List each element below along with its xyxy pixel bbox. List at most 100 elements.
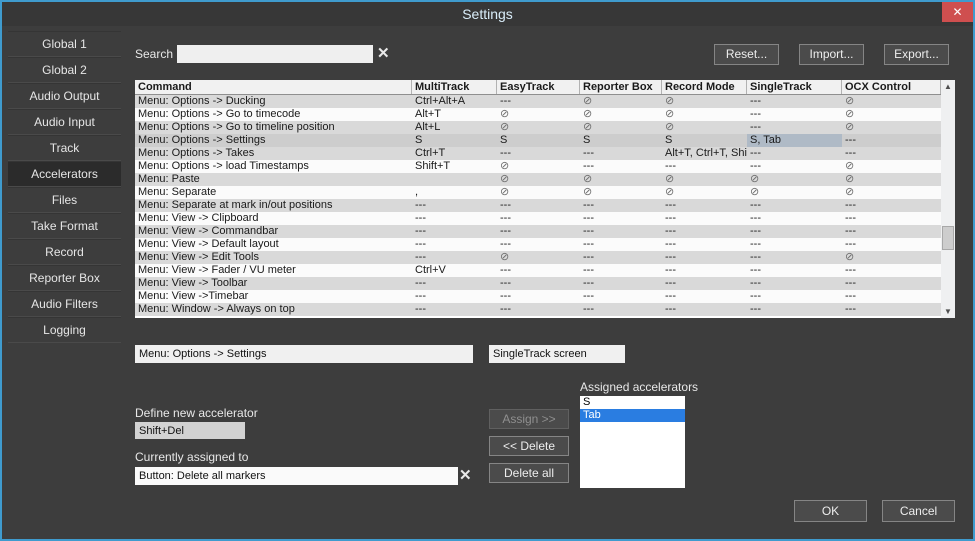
table-cell[interactable]: --- (580, 212, 662, 225)
table-cell[interactable]: Menu: View -> Clipboard (135, 212, 412, 225)
sidebar-item-audio-input[interactable]: Audio Input (8, 109, 121, 135)
not-available-icon[interactable]: ⊘ (580, 121, 662, 134)
table-cell[interactable]: --- (497, 199, 580, 212)
sidebar-item-global-2[interactable]: Global 2 (8, 57, 121, 83)
table-cell[interactable]: --- (497, 147, 580, 160)
table-cell[interactable]: --- (747, 160, 842, 173)
table-cell[interactable]: --- (842, 134, 941, 147)
delete-all-button[interactable]: Delete all (489, 463, 569, 483)
table-cell[interactable]: Menu: View -> Edit Tools (135, 251, 412, 264)
table-cell[interactable]: Shift+T (412, 160, 497, 173)
table-cell[interactable]: --- (747, 108, 842, 121)
not-available-icon[interactable]: ⊘ (497, 121, 580, 134)
table-cell[interactable]: --- (842, 290, 941, 303)
table-row[interactable]: Menu: Separate at mark in/out positions -… (135, 199, 941, 212)
table-cell[interactable]: S (497, 134, 580, 147)
table-cell[interactable]: , (412, 186, 497, 199)
ok-button[interactable]: OK (794, 500, 867, 522)
assigned-accelerators-list[interactable]: STab (580, 396, 685, 488)
table-cell[interactable]: --- (842, 264, 941, 277)
table-cell[interactable]: --- (842, 277, 941, 290)
table-cell[interactable]: --- (842, 303, 941, 316)
table-cell[interactable]: --- (497, 238, 580, 251)
table-cell[interactable]: Menu: Window -> Always on top (135, 303, 412, 316)
table-cell[interactable]: Alt+T (412, 108, 497, 121)
table-cell[interactable]: --- (497, 225, 580, 238)
table-cell[interactable]: --- (662, 225, 747, 238)
table-cell[interactable]: --- (747, 264, 842, 277)
table-cell[interactable] (412, 173, 497, 186)
not-available-icon[interactable]: ⊘ (580, 186, 662, 199)
table-cell[interactable]: --- (497, 303, 580, 316)
sidebar-item-record[interactable]: Record (8, 239, 121, 265)
sidebar-item-take-format[interactable]: Take Format (8, 213, 121, 239)
table-cell[interactable]: --- (580, 303, 662, 316)
table-cell[interactable]: --- (412, 212, 497, 225)
export-button[interactable]: Export... (884, 44, 949, 65)
table-row[interactable]: Menu: Window -> Always on top-----------… (135, 303, 941, 316)
table-cell[interactable]: --- (580, 225, 662, 238)
not-available-icon[interactable]: ⊘ (497, 173, 580, 186)
table-row[interactable]: Menu: Separate,⊘⊘⊘⊘⊘ (135, 186, 941, 199)
table-cell[interactable]: --- (747, 199, 842, 212)
table-cell[interactable]: Menu: Separate at mark in/out positions (135, 199, 412, 212)
table-cell[interactable]: --- (747, 290, 842, 303)
not-available-icon[interactable]: ⊘ (662, 108, 747, 121)
sidebar-item-accelerators[interactable]: Accelerators (8, 161, 121, 187)
table-cell[interactable]: --- (662, 160, 747, 173)
not-available-icon[interactable]: ⊘ (747, 173, 842, 186)
sidebar-item-audio-filters[interactable]: Audio Filters (8, 291, 121, 317)
table-row[interactable]: Menu: View -> Edit Tools---⊘---------⊘ (135, 251, 941, 264)
table-cell[interactable]: --- (662, 277, 747, 290)
selected-screen-field[interactable]: SingleTrack screen (489, 345, 625, 363)
table-cell[interactable]: Menu: Options -> Go to timecode (135, 108, 412, 121)
table-cell[interactable]: S (412, 134, 497, 147)
column-header-command[interactable]: Command (135, 80, 412, 94)
table-cell[interactable]: --- (747, 212, 842, 225)
table-row[interactable]: Menu: View ->Timebar------------------ (135, 290, 941, 303)
table-row[interactable]: Menu: Options -> Go to timeline position… (135, 121, 941, 134)
new-accelerator-input[interactable] (135, 422, 245, 439)
table-cell[interactable]: --- (662, 238, 747, 251)
table-cell[interactable]: Menu: Options -> Settings (135, 134, 412, 147)
search-clear-icon[interactable]: ✕ (377, 46, 390, 62)
table-cell[interactable]: --- (580, 147, 662, 160)
table-row[interactable]: Menu: View -> Toolbar------------------ (135, 277, 941, 290)
table-scrollbar[interactable]: ▲ ▼ (941, 80, 955, 318)
table-cell[interactable]: --- (412, 303, 497, 316)
table-cell[interactable]: --- (497, 212, 580, 225)
not-available-icon[interactable]: ⊘ (842, 251, 941, 264)
table-cell[interactable]: --- (662, 264, 747, 277)
table-cell[interactable]: --- (747, 95, 842, 108)
scroll-down-arrow-icon[interactable]: ▼ (941, 305, 955, 318)
search-input[interactable] (177, 45, 373, 63)
accelerator-item[interactable]: Tab (580, 409, 685, 422)
table-cell[interactable]: S (662, 134, 747, 147)
column-header-reporter-box[interactable]: Reporter Box (580, 80, 662, 94)
table-cell[interactable]: --- (412, 290, 497, 303)
table-cell[interactable]: S (580, 134, 662, 147)
sidebar-item-audio-output[interactable]: Audio Output (8, 83, 121, 109)
currently-assigned-field[interactable]: Button: Delete all markers (135, 467, 458, 485)
table-cell[interactable]: Menu: Options -> Go to timeline position (135, 121, 412, 134)
table-cell[interactable]: --- (747, 303, 842, 316)
table-row[interactable]: Menu: View -> Fader / VU meterCtrl+V----… (135, 264, 941, 277)
table-cell[interactable]: Menu: View -> Toolbar (135, 277, 412, 290)
table-cell[interactable]: Ctrl+V (412, 264, 497, 277)
table-cell[interactable]: --- (580, 160, 662, 173)
table-row[interactable]: Menu: Options -> DuckingCtrl+Alt+A---⊘⊘-… (135, 95, 941, 108)
table-cell[interactable]: Menu: Separate (135, 186, 412, 199)
sidebar-item-track[interactable]: Track (8, 135, 121, 161)
not-available-icon[interactable]: ⊘ (842, 95, 941, 108)
table-cell[interactable]: Menu: Paste (135, 173, 412, 186)
delete-button[interactable]: << Delete (489, 436, 569, 456)
table-cell[interactable]: --- (580, 277, 662, 290)
not-available-icon[interactable]: ⊘ (497, 251, 580, 264)
not-available-icon[interactable]: ⊘ (842, 160, 941, 173)
table-cell[interactable]: Alt+T, Ctrl+T, Shi (662, 147, 747, 160)
table-cell[interactable]: --- (497, 277, 580, 290)
table-row[interactable]: Menu: Options -> Go to timecodeAlt+T⊘⊘⊘-… (135, 108, 941, 121)
table-cell[interactable]: --- (842, 212, 941, 225)
table-cell[interactable]: --- (497, 264, 580, 277)
table-cell[interactable]: --- (747, 277, 842, 290)
